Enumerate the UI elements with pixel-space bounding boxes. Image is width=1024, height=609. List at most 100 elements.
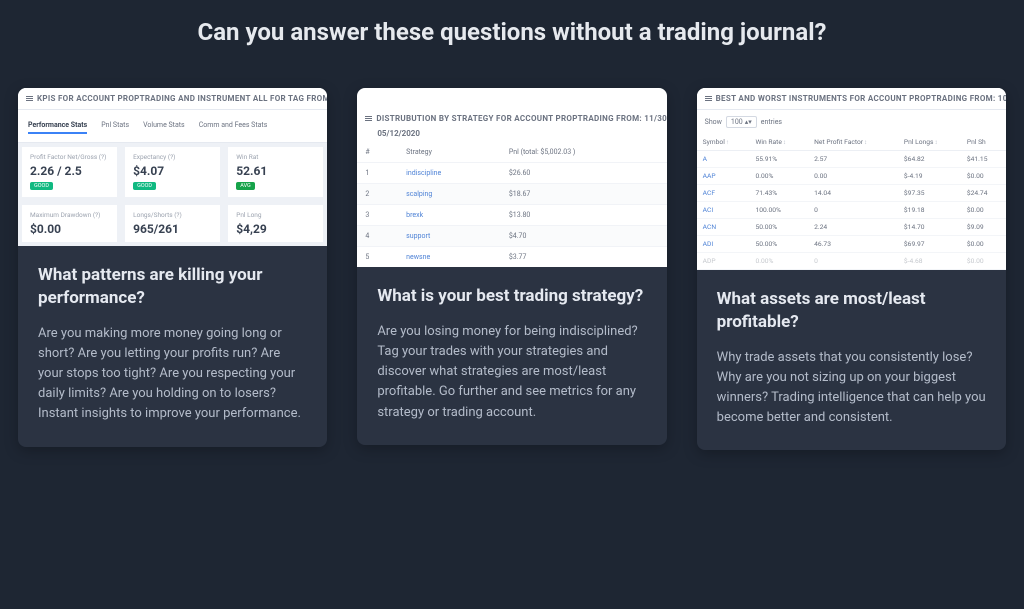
- cell-winrate: 55.91%: [750, 151, 809, 168]
- card-strategy-preview: DISTRUBUTION BY STRATEGY FOR ACCOUNT PRO…: [357, 88, 666, 267]
- table-row[interactable]: ADI50.00%46.73$69.97$0.00: [697, 236, 1006, 253]
- col-pnl[interactable]: Pnl (total: $5,002.03 ): [501, 142, 667, 163]
- col-npf[interactable]: Net Profit Factor↕: [808, 134, 898, 151]
- card-heading: What assets are most/least profitable?: [717, 288, 986, 334]
- menu-icon: [26, 96, 33, 101]
- table-row[interactable]: 5newsne$3.77: [357, 247, 666, 268]
- tab-volume-stats[interactable]: Volume Stats: [143, 118, 185, 134]
- tab-comm-fees-stats[interactable]: Comm and Fees Stats: [199, 118, 268, 134]
- card-description: Are you losing money for being indiscipl…: [377, 322, 646, 423]
- tab-performance-stats[interactable]: Performance Stats: [28, 118, 87, 134]
- panel-title: DISTRUBUTION BY STRATEGY FOR ACCOUNT PRO…: [376, 114, 666, 123]
- table-row[interactable]: 2scalping$18.67: [357, 184, 666, 205]
- table-row[interactable]: ACI100.00%0$19.18$0.00: [697, 202, 1006, 219]
- cell-num: 5: [357, 247, 398, 268]
- col-pnl-longs[interactable]: Pnl Longs↕: [898, 134, 961, 151]
- table-row[interactable]: 3brexk$13.80: [357, 205, 666, 226]
- panel-header: DISTRUBUTION BY STRATEGY FOR ACCOUNT PRO…: [357, 108, 666, 129]
- kpi-profit-factor: Profit Factor Net/Gross (?) 2.26 / 2.5 G…: [21, 146, 118, 198]
- status-badge: GOOD: [133, 182, 156, 190]
- cell-num: 3: [357, 205, 398, 226]
- cell-npf: 0: [808, 253, 898, 270]
- col-win-rate[interactable]: Win Rate↕: [750, 134, 809, 151]
- cell-pnl-shorts: $0.00: [961, 253, 1006, 270]
- cell-pnl-longs: $97.35: [898, 185, 961, 202]
- table-row[interactable]: 4support$4.70: [357, 226, 666, 247]
- status-badge: AVG: [236, 182, 255, 190]
- table-row[interactable]: AAP0.00%0.00$-4.19$0.00: [697, 168, 1006, 185]
- col-number[interactable]: #: [357, 142, 398, 163]
- cell-winrate: 100.00%: [750, 202, 809, 219]
- panel-header: BEST AND WORST INSTRUMENTS FOR ACCOUNT P…: [697, 88, 1006, 110]
- kpi-value: $0.00: [30, 222, 109, 236]
- table-row[interactable]: ACN50.00%2.24$14.70$9.09: [697, 219, 1006, 236]
- card-description: Why trade assets that you consistently l…: [717, 348, 986, 429]
- cell-pnl: $3.77: [501, 247, 667, 268]
- tabs: Performance Stats Pnl Stats Volume Stats…: [18, 110, 327, 143]
- cell-pnl: $13.80: [501, 205, 667, 226]
- cell-pnl-longs: $19.18: [898, 202, 961, 219]
- card-body: What is your best trading strategy? Are …: [357, 267, 666, 445]
- menu-icon: [365, 116, 372, 121]
- kpi-label: Win Rat: [236, 153, 315, 161]
- panel-subtitle: 05/12/2020: [357, 129, 666, 142]
- cell-symbol: ACI: [697, 202, 750, 219]
- cell-pnl-longs: $64.82: [898, 151, 961, 168]
- kpi-value: 965/261: [133, 222, 212, 236]
- kpi-label: Expectancy (?): [133, 153, 212, 161]
- cell-pnl-shorts: $0.00: [961, 236, 1006, 253]
- best-worst-table: Symbol↑ Win Rate↕ Net Profit Factor↕ Pnl…: [697, 134, 1006, 270]
- cell-symbol: ACN: [697, 219, 750, 236]
- cell-pnl-shorts: $41.15: [961, 151, 1006, 168]
- kpi-pnl-long: Pnl Long $4,29: [227, 204, 324, 243]
- cell-strategy: brexk: [398, 205, 501, 226]
- tab-pnl-stats[interactable]: Pnl Stats: [101, 118, 129, 134]
- kpi-label: Profit Factor Net/Gross (?): [30, 153, 109, 161]
- page-title: Can you answer these questions without a…: [0, 18, 1024, 46]
- col-symbol[interactable]: Symbol↑: [697, 134, 750, 151]
- kpi-grid: Profit Factor Net/Gross (?) 2.26 / 2.5 G…: [18, 143, 327, 246]
- table-row[interactable]: 1indiscipline$26.60: [357, 163, 666, 184]
- panel-title: BEST AND WORST INSTRUMENTS FOR ACCOUNT P…: [716, 94, 1006, 103]
- col-strategy[interactable]: Strategy: [398, 142, 501, 163]
- card-body: What patterns are killing your performan…: [18, 246, 327, 447]
- table-row[interactable]: ADP0.00%0$-4.68$0.00: [697, 253, 1006, 270]
- col-pnl-shorts[interactable]: Pnl Sh: [961, 134, 1006, 151]
- kpi-value: $4,29: [236, 222, 315, 236]
- cell-num: 1: [357, 163, 398, 184]
- sort-icon: ↕: [783, 139, 786, 146]
- cell-pnl-longs: $69.97: [898, 236, 961, 253]
- entries-label: entries: [761, 118, 782, 126]
- card-body: What assets are most/least profitable? W…: [697, 270, 1006, 450]
- table-row[interactable]: A55.91%2.57$64.82$41.15: [697, 151, 1006, 168]
- chevron-updown-icon: ▴▾: [745, 118, 752, 126]
- cell-pnl: $4.70: [501, 226, 667, 247]
- kpi-longs-shorts: Longs/Shorts (?) 965/261: [124, 204, 221, 243]
- table-row[interactable]: ACF71.43%14.04$97.35$24.74: [697, 185, 1006, 202]
- cell-symbol: AAP: [697, 168, 750, 185]
- kpi-value: 52.61: [236, 164, 315, 178]
- cell-num: 2: [357, 184, 398, 205]
- entries-select[interactable]: 100 ▴▾: [726, 116, 757, 128]
- cell-symbol: ADP: [697, 253, 750, 270]
- cell-pnl-longs: $-4.68: [898, 253, 961, 270]
- show-label: Show: [705, 118, 722, 126]
- cell-winrate: 0.00%: [750, 253, 809, 270]
- card-assets: BEST AND WORST INSTRUMENTS FOR ACCOUNT P…: [697, 88, 1006, 450]
- cell-pnl: $18.67: [501, 184, 667, 205]
- cell-pnl: $26.60: [501, 163, 667, 184]
- kpi-value: $4.07: [133, 164, 212, 178]
- sort-icon: ↕: [864, 139, 867, 146]
- cell-npf: 2.24: [808, 219, 898, 236]
- card-heading: What is your best trading strategy?: [377, 285, 646, 308]
- cell-npf: 0.00: [808, 168, 898, 185]
- cell-strategy: support: [398, 226, 501, 247]
- kpi-label: Maximum Drawdown (?): [30, 211, 109, 219]
- kpi-max-drawdown: Maximum Drawdown (?) $0.00: [21, 204, 118, 243]
- cards-row: KPIS FOR ACCOUNT PROPTRADING AND INSTRUM…: [0, 88, 1024, 450]
- card-heading: What patterns are killing your performan…: [38, 264, 307, 310]
- menu-icon: [705, 96, 712, 101]
- cell-pnl-shorts: $9.09: [961, 219, 1006, 236]
- card-patterns: KPIS FOR ACCOUNT PROPTRADING AND INSTRUM…: [18, 88, 327, 447]
- cell-pnl-shorts: $0.00: [961, 168, 1006, 185]
